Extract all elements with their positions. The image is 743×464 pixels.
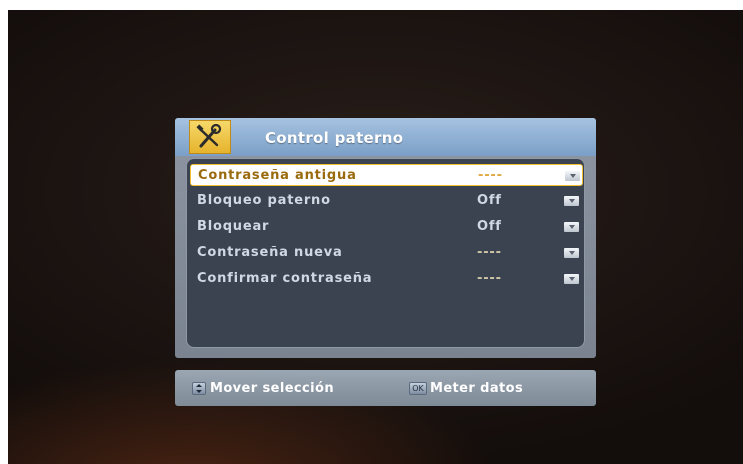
help-bar: Mover selección OK Meter datos bbox=[175, 370, 596, 406]
dialog-title: Control paterno bbox=[265, 129, 404, 147]
menu-item-label: Contraseña nueva bbox=[197, 245, 343, 260]
dropdown-arrow-icon[interactable] bbox=[564, 248, 579, 258]
dropdown-arrow-icon[interactable] bbox=[564, 222, 579, 232]
tools-icon bbox=[189, 120, 231, 154]
settings-list: Contraseña antigua ---- Bloqueo paterno … bbox=[186, 158, 585, 348]
enter-data-hint: Meter datos bbox=[430, 381, 524, 396]
menu-item-parental-lock[interactable]: Bloqueo paterno Off bbox=[190, 190, 583, 212]
menu-item-label: Bloqueo paterno bbox=[197, 193, 331, 208]
dropdown-arrow-icon[interactable] bbox=[564, 274, 579, 284]
menu-item-value: Off bbox=[477, 219, 502, 234]
menu-item-new-password[interactable]: Contraseña nueva ---- bbox=[190, 242, 583, 264]
menu-item-label: Contraseña antigua bbox=[198, 168, 357, 183]
menu-item-confirm-password[interactable]: Confirmar contraseña ---- bbox=[190, 268, 583, 290]
dialog-header: Control paterno bbox=[175, 118, 596, 156]
ok-key-icon: OK bbox=[409, 382, 427, 395]
menu-item-value: ---- bbox=[478, 168, 503, 183]
menu-item-value: Off bbox=[477, 193, 502, 208]
tv-screen: Control paterno Contraseña antigua ---- … bbox=[8, 10, 743, 464]
menu-item-value: ---- bbox=[477, 245, 502, 260]
menu-item-value: ---- bbox=[477, 271, 502, 286]
menu-item-label: Bloquear bbox=[197, 219, 270, 234]
parental-control-dialog: Control paterno Contraseña antigua ---- … bbox=[175, 118, 596, 358]
move-arrows-icon bbox=[192, 382, 206, 395]
move-selection-hint: Mover selección bbox=[210, 381, 334, 396]
menu-item-lock[interactable]: Bloquear Off bbox=[190, 216, 583, 238]
menu-item-label: Confirmar contraseña bbox=[197, 271, 373, 286]
menu-item-old-password[interactable]: Contraseña antigua ---- bbox=[190, 164, 583, 186]
dropdown-arrow-icon[interactable] bbox=[564, 196, 579, 206]
dropdown-arrow-icon[interactable] bbox=[565, 171, 580, 181]
